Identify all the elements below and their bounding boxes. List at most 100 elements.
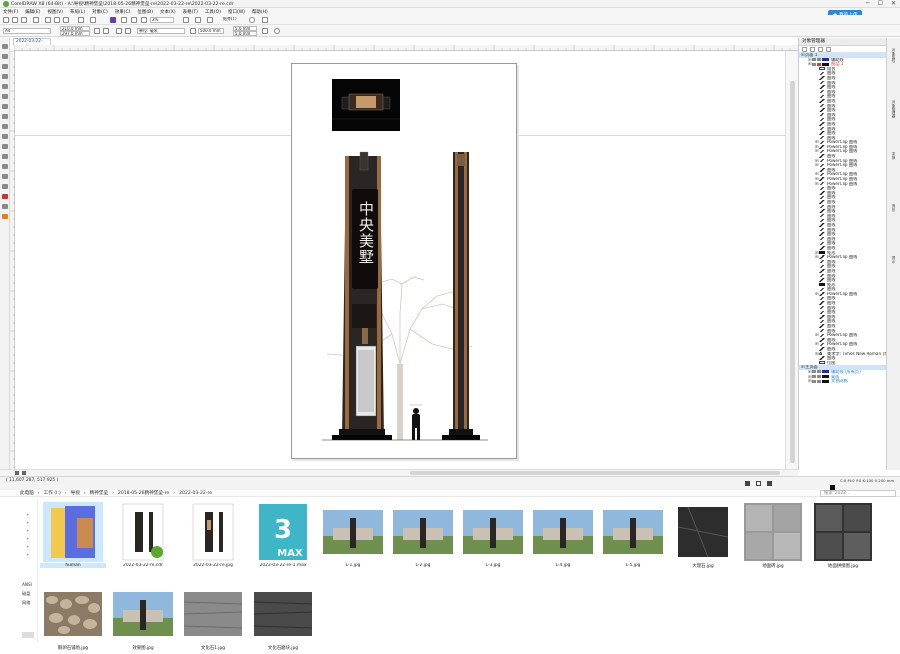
launch-icon[interactable] [262,17,268,23]
maximize-button[interactable]: ☐ [878,0,883,7]
breadcrumb-item[interactable]: 工作 (I:) [44,490,61,496]
artistic-media-tool-icon[interactable] [2,94,8,99]
zoom-tool-icon[interactable] [2,74,8,79]
new-doc-icon[interactable] [3,17,9,23]
duplicate-y-field[interactable]: 5.0 mm [233,31,257,36]
scroll-thumb[interactable] [22,632,34,638]
file-item[interactable]: L-3.jpg [460,502,526,572]
eye-icon[interactable] [812,62,816,66]
file-item[interactable]: L-1.jpg [320,502,386,572]
nav-label[interactable]: 网络 [22,600,30,606]
vertical-scrollbar[interactable] [785,51,798,469]
publish-pdf-icon[interactable] [141,17,147,23]
print-toggle-icon[interactable] [817,379,821,383]
zoom-level-field[interactable]: 2% [150,17,174,23]
docker-tab[interactable]: 提示 [889,256,897,263]
eye-icon[interactable] [812,370,816,374]
file-item[interactable]: 文化石1.jpg [180,584,246,654]
doc-tab[interactable]: 2022-03-22-re.cdr [13,38,51,50]
document-page[interactable]: 中央美墅 [291,63,517,459]
add-page-icon[interactable] [274,28,280,34]
crop-tool-icon[interactable] [2,64,8,69]
grid-icon[interactable] [207,17,213,23]
export-icon[interactable] [131,17,137,23]
parallel-dimension-tool-icon[interactable] [2,144,8,149]
current-page-icon[interactable] [125,28,131,34]
shape-tool-icon[interactable] [2,54,8,59]
file-item[interactable]: 效果图.jpg [110,584,176,654]
all-pages-icon[interactable] [116,28,122,34]
page-nav-prev-icon[interactable] [22,471,26,475]
file-item[interactable]: L-5.jpg [600,502,666,572]
layer-manager-view-icon[interactable] [802,47,807,52]
new-master-layer-icon[interactable] [818,47,823,52]
menu-item[interactable]: 帮助(H) [252,9,268,15]
page-nav-first-icon[interactable] [15,471,19,475]
address-bar[interactable]: 此电脑 › 工作 (I:) › 导视 › 精神堡垒 › 2018-05-26精神堡垒-re › 20… [0,490,900,497]
snap-to-dropdown[interactable]: 贴齐(T) [222,17,246,23]
file-item[interactable]: 文化石磨块.jpg [250,584,316,654]
options-gear-icon[interactable] [249,17,255,23]
menu-item[interactable]: 对象(C) [92,9,108,15]
file-item[interactable]: 地面砖.jpg [740,502,806,572]
menu-item[interactable]: 效果(C) [115,9,131,15]
corel-connect-icon[interactable] [110,17,116,23]
breadcrumb-item[interactable]: 2022-03-22-re [179,491,212,496]
eye-icon[interactable] [812,58,816,62]
breadcrumb-item[interactable]: 精神堡垒 [90,490,108,496]
outline-swatch-icon[interactable] [756,481,761,486]
interactive-fill-tool-icon[interactable] [2,194,8,199]
docker-tab[interactable]: 造形 [889,204,897,211]
cut-icon[interactable] [45,17,51,23]
portrait-icon[interactable] [94,28,100,34]
full-screen-icon[interactable] [183,17,189,23]
import-icon[interactable] [121,17,127,23]
menu-item[interactable]: 文本(X) [160,9,176,15]
horizontal-scrollbar[interactable] [0,469,798,476]
ellipse-tool-icon[interactable] [2,114,8,119]
outline-pen-tool-icon[interactable] [2,214,8,219]
tree-layer-row[interactable]: ⊞ 文档网格 [799,379,886,384]
breadcrumb-item[interactable]: 此电脑 [20,490,34,496]
menu-item[interactable]: 文件(F) [3,9,18,15]
file-item[interactable]: 大理石.jpg [670,502,736,572]
redo-icon[interactable] [90,17,96,23]
save-icon[interactable] [21,17,27,23]
polygon-tool-icon[interactable] [2,124,8,129]
docker-tab[interactable]: 对象管理器 [889,100,897,118]
page-size-dropdown[interactable]: A4 [3,28,51,34]
file-item[interactable]: 鹅卵石铺地.jpg [40,584,106,654]
eye-icon[interactable] [812,375,816,379]
copy-icon[interactable] [54,17,60,23]
eyedropper-tool-icon[interactable] [2,184,8,189]
breadcrumb-item[interactable]: 导视 [71,490,80,496]
docker-tab[interactable]: 对象属性 [889,48,897,62]
nav-label[interactable]: 磁盘 [22,591,30,597]
file-item[interactable]: 3 MAX 2022-03-22-re-1.max [250,502,316,572]
landscape-icon[interactable] [103,28,109,34]
treat-as-filled-icon[interactable] [262,28,268,34]
freehand-tool-icon[interactable] [2,84,8,89]
eye-icon[interactable] [812,379,816,383]
file-item[interactable]: L-2.jpg [390,502,456,572]
docker-tab[interactable]: 变换 [889,152,897,159]
units-dropdown[interactable]: 单位: 毫米 [137,28,185,34]
file-item[interactable]: 2022-03-22-re.jpg [180,502,246,572]
fill-swatch-icon[interactable] [745,481,750,486]
print-icon[interactable] [33,17,39,23]
smart-fill-tool-icon[interactable] [2,204,8,209]
close-button[interactable]: ✕ [891,0,896,7]
open-icon[interactable] [12,17,18,23]
paste-icon[interactable] [63,17,69,23]
drop-shadow-tool-icon[interactable] [2,164,8,169]
print-toggle-icon[interactable] [817,58,821,62]
file-item[interactable]: human [40,502,106,572]
print-toggle-icon[interactable] [817,375,821,379]
delete-icon[interactable] [826,47,831,52]
menu-item[interactable]: 编辑(E) [25,9,40,15]
file-item[interactable]: 2022-03-22-re.cdr [110,502,176,572]
text-tool-icon[interactable] [2,134,8,139]
file-item[interactable]: L-4.jpg [530,502,596,572]
page-height-field[interactable]: 297.0 mm [60,31,90,36]
x-icon[interactable] [767,481,772,486]
